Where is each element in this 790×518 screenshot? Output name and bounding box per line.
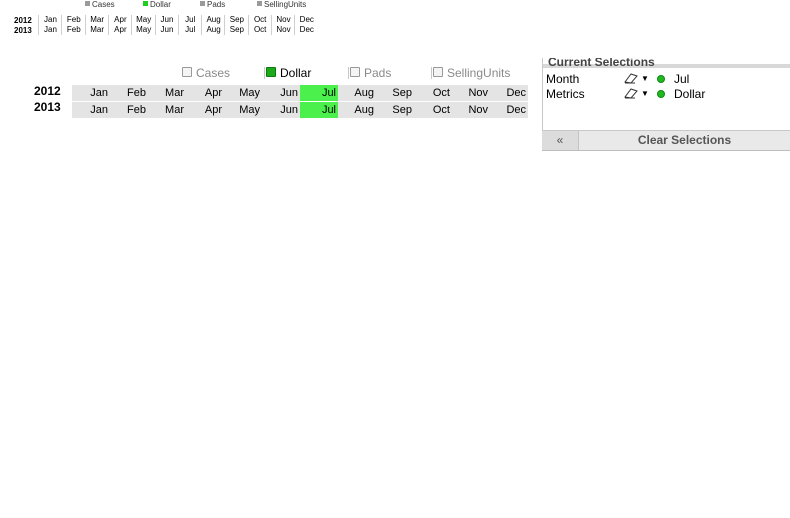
month-cell-sep[interactable]: Sep xyxy=(376,102,414,118)
month-cell-nov[interactable]: Nov xyxy=(452,85,490,101)
eraser-icon[interactable] xyxy=(623,72,639,87)
mini-month-cell: Jan xyxy=(38,15,62,25)
metric-option-label: Cases xyxy=(196,66,231,80)
mini-checkbox-icon xyxy=(85,1,90,6)
month-cell-jan[interactable]: Jan xyxy=(72,85,110,101)
checkbox-icon[interactable] xyxy=(433,67,443,77)
month-cell-may[interactable]: May xyxy=(224,102,262,118)
mini-month-cell: Nov xyxy=(271,25,295,35)
back-icon[interactable]: « xyxy=(542,131,579,150)
dropdown-arrow-icon[interactable]: ▼ xyxy=(641,74,649,83)
eraser-icon[interactable] xyxy=(623,87,639,102)
mini-checkbox-icon xyxy=(200,1,205,6)
metric-option-label: SellingUnits xyxy=(447,66,511,80)
checkbox-icon[interactable] xyxy=(266,67,276,77)
mini-month-cell: Dec xyxy=(294,25,318,35)
mini-month-cell: Apr xyxy=(107,15,132,25)
mini-month-cell: Jun xyxy=(154,25,179,35)
mini-month-cell: Aug xyxy=(201,15,225,25)
month-cell-jul[interactable]: Jul xyxy=(300,85,338,101)
month-cell-jul[interactable]: Jul xyxy=(300,102,338,118)
month-cell-mar[interactable]: Mar xyxy=(148,85,186,101)
month-cell-mar[interactable]: Mar xyxy=(148,102,186,118)
dropdown-arrow-icon[interactable]: ▼ xyxy=(641,89,649,98)
mini-month-cell: Feb xyxy=(61,15,85,25)
mini-metric-label: Pads xyxy=(207,0,226,9)
month-cell-oct[interactable]: Oct xyxy=(414,102,452,118)
mini-month-cell: Apr xyxy=(107,25,132,35)
checkbox-icon[interactable] xyxy=(182,67,192,77)
month-cell-may[interactable]: May xyxy=(224,85,262,101)
mini-checkbox-icon xyxy=(143,1,148,6)
month-cell-feb[interactable]: Feb xyxy=(110,102,148,118)
mini-year-label: 2012 xyxy=(14,16,32,25)
mini-metric-cases: Cases xyxy=(85,0,115,9)
checkbox-icon[interactable] xyxy=(350,67,360,77)
mini-metric-label: Cases xyxy=(92,0,115,9)
metric-divider xyxy=(348,67,349,79)
mini-metric-dollar: Dollar xyxy=(143,0,171,9)
metric-option-cases[interactable]: Cases xyxy=(182,66,230,80)
mini-month-cell: Mar xyxy=(84,15,109,25)
metric-option-dollar[interactable]: Dollar xyxy=(266,66,311,80)
month-cell-jun[interactable]: Jun xyxy=(262,102,300,118)
selection-field-name: Month xyxy=(546,72,580,86)
current-selections-panel: Current Selections Month ▼ Jul Metrics ▼… xyxy=(542,58,790,131)
mini-month-cell: Oct xyxy=(247,25,272,35)
mini-preview: Cases Dollar Pads SellingUnits 2012 2013… xyxy=(0,0,330,40)
mini-checkbox-icon xyxy=(257,1,262,6)
mini-metric-pads: Pads xyxy=(200,0,225,9)
mini-month-cell: Sep xyxy=(224,15,248,25)
mini-year-label: 2013 xyxy=(14,26,32,35)
month-cell-sep[interactable]: Sep xyxy=(376,85,414,101)
month-cell-apr[interactable]: Apr xyxy=(186,85,224,101)
mini-month-cell: Dec xyxy=(294,15,318,25)
status-dot-icon xyxy=(657,90,665,98)
month-cell-jan[interactable]: Jan xyxy=(72,102,110,118)
metric-option-sellingunits[interactable]: SellingUnits xyxy=(433,66,510,80)
mini-month-cell: Jul xyxy=(177,15,202,25)
mini-month-cell: Nov xyxy=(271,15,295,25)
month-cell-oct[interactable]: Oct xyxy=(414,85,452,101)
clear-selections-button[interactable]: Clear Selections xyxy=(579,131,790,150)
selection-field-name: Metrics xyxy=(546,87,585,101)
selection-row-metrics: Metrics ▼ Dollar xyxy=(543,87,790,101)
mini-metric-sellingunits: SellingUnits xyxy=(257,0,306,9)
mini-month-cell: May xyxy=(131,15,155,25)
month-cell-aug[interactable]: Aug xyxy=(338,102,376,118)
selection-value: Jul xyxy=(674,72,690,86)
year-label-2012: 2012 xyxy=(34,84,61,98)
mini-month-cell: Jan xyxy=(38,25,62,35)
current-selections-title: Current Selections xyxy=(548,58,655,69)
metric-option-label: Dollar xyxy=(280,66,312,80)
mini-month-cell: Aug xyxy=(201,25,225,35)
month-cell-feb[interactable]: Feb xyxy=(110,85,148,101)
mini-month-cell: Sep xyxy=(224,25,248,35)
selection-value: Dollar xyxy=(674,87,706,101)
mini-month-cell: Jun xyxy=(154,15,179,25)
month-cell-aug[interactable]: Aug xyxy=(338,85,376,101)
mini-month-cell: Mar xyxy=(84,25,109,35)
mini-month-cell: Jul xyxy=(177,25,202,35)
metric-option-label: Pads xyxy=(364,66,392,80)
month-cell-dec[interactable]: Dec xyxy=(490,102,528,118)
status-dot-icon xyxy=(657,75,665,83)
mini-month-cell: May xyxy=(131,25,155,35)
month-row-2013: Jan Feb Mar Apr May Jun Jul Aug Sep Oct Nov Dec xyxy=(72,102,528,118)
month-cell-nov[interactable]: Nov xyxy=(452,102,490,118)
month-row-2012: Jan Feb Mar Apr May Jun Jul Aug Sep Oct Nov Dec xyxy=(72,85,528,101)
month-cell-apr[interactable]: Apr xyxy=(186,102,224,118)
mini-metric-label: SellingUnits xyxy=(264,0,307,9)
mini-metric-label: Dollar xyxy=(150,0,171,9)
month-cell-dec[interactable]: Dec xyxy=(490,85,528,101)
metric-option-pads[interactable]: Pads xyxy=(350,66,391,80)
mini-month-cell: Feb xyxy=(61,25,85,35)
year-label-2013: 2013 xyxy=(34,100,61,114)
current-selections-toolbar: « Clear Selections xyxy=(542,131,790,151)
mini-month-cell: Oct xyxy=(247,15,272,25)
selection-row-month: Month ▼ Jul xyxy=(543,72,790,86)
metric-divider xyxy=(431,67,432,79)
metric-divider xyxy=(264,67,265,79)
month-cell-jun[interactable]: Jun xyxy=(262,85,300,101)
